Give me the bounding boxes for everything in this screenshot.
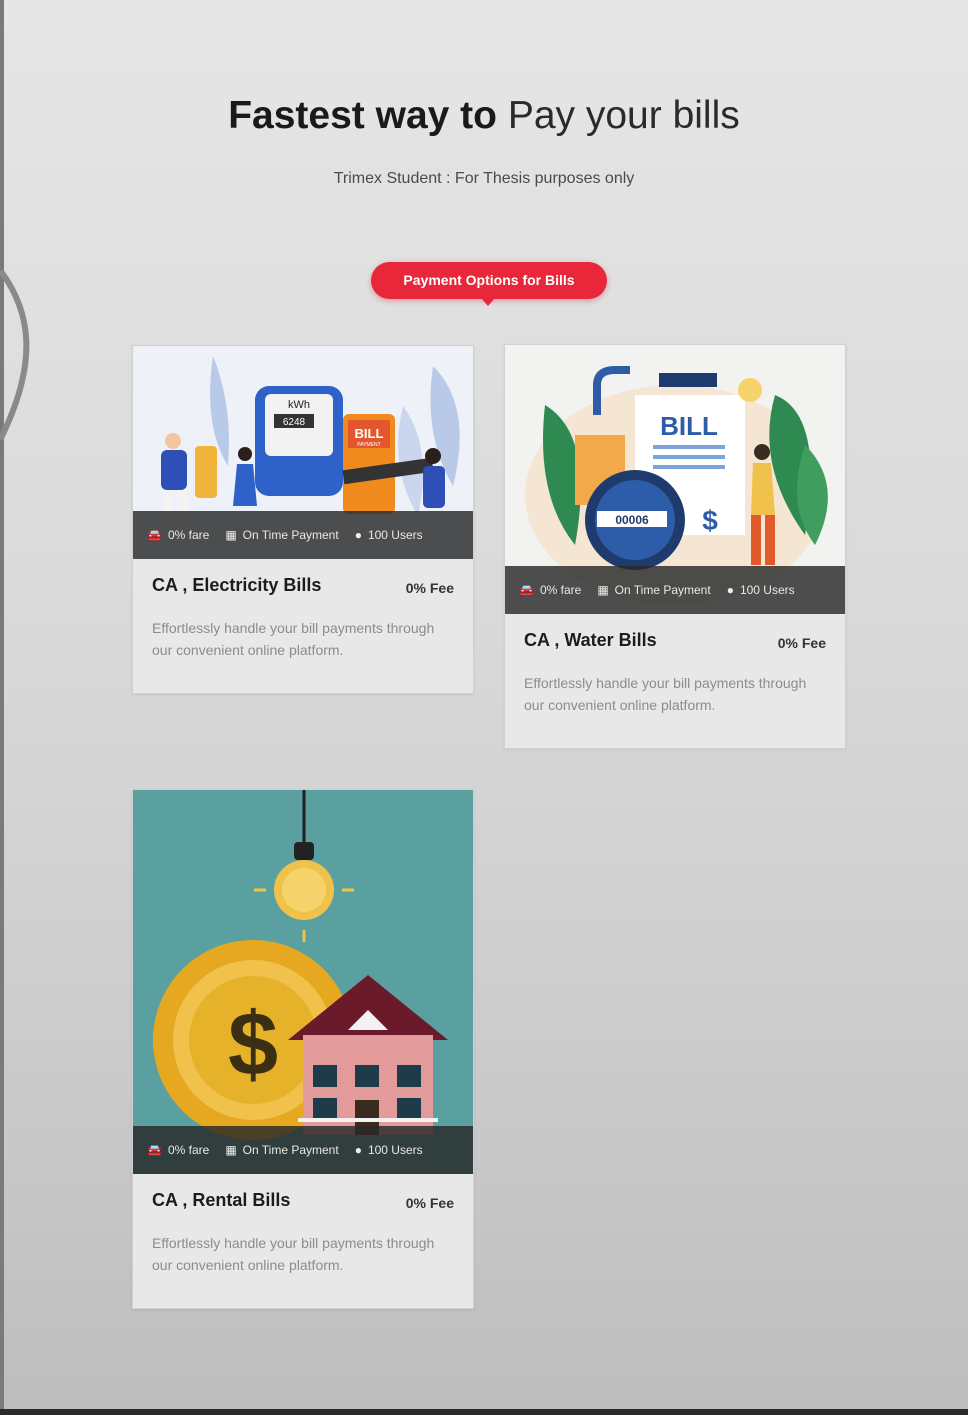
car-icon: 🚘	[147, 528, 162, 542]
card-description: Effortlessly handle your bill payments t…	[152, 1235, 435, 1273]
car-icon: 🚘	[147, 1143, 162, 1157]
heading-light: Pay your bills	[507, 94, 740, 137]
fee-label: 0% Fee	[405, 1195, 454, 1211]
card-water-body: CA , Water Bills 0% Fee Effortlessly han…	[505, 614, 845, 716]
user-icon: ●	[354, 528, 362, 542]
meta-users-label: 100 Users	[367, 528, 423, 542]
meta-payment: ▦ On Time Payment	[225, 528, 338, 542]
card-electricity-image: kWh 6248 BILL PAYMENT 🚘 0% fare ▦ On Time …	[133, 346, 473, 559]
meta-fare-label: 0% fare	[167, 1143, 210, 1157]
meta-users-label: 100 Users	[367, 1143, 423, 1157]
rental-illustration: $	[133, 790, 473, 1174]
left-edge-strip	[0, 0, 4, 1415]
section-badge: Payment Options for Bills	[371, 262, 607, 306]
page-subtitle: Trimex Student : For Thesis purposes onl…	[333, 170, 635, 187]
heading-bold: Fastest way to	[228, 94, 497, 137]
meta-fare: 🚘 0% fare	[147, 528, 209, 542]
card-rental-meta: 🚘 0% fare ▦ On Time Payment ● 100 Users	[133, 1126, 473, 1174]
bill-badge-sub: PAYMENT	[357, 442, 380, 448]
card-electricity-body: CA , Electricity Bills 0% Fee Effortless…	[133, 559, 473, 661]
meta-fare-label: 0% fare	[167, 528, 210, 542]
calendar-icon: ▦	[225, 528, 237, 542]
calendar-icon: ▦	[225, 1143, 237, 1157]
meter-unit-label: kWh	[288, 399, 310, 411]
card-electricity-meta: 🚘 0% fare ▦ On Time Payment ● 100 Users	[133, 511, 473, 559]
card-description: Effortlessly handle your bill payments t…	[524, 675, 807, 713]
card-electricity[interactable]: kWh 6248 BILL PAYMENT 🚘 0% fare ▦ On Time …	[132, 345, 474, 694]
page-heading: Fastest way to Pay your bills	[0, 92, 968, 140]
card-rental[interactable]: $ 🚘 0% fare ▦ On Time Payment ● 100 Users C…	[132, 789, 474, 1309]
meta-payment: ▦ On Time Payment	[225, 1143, 338, 1157]
user-icon: ●	[726, 583, 734, 597]
fee-label: 0% Fee	[405, 580, 454, 596]
fee-label: 0% Fee	[777, 635, 826, 651]
meta-payment-label: On Time Payment	[242, 528, 339, 542]
meta-fare: 🚘 0% fare	[147, 1143, 209, 1157]
meta-users: ● 100 Users	[355, 1143, 423, 1157]
water-meter-reading: 00006	[615, 513, 649, 527]
meta-payment: ▦ On Time Payment	[597, 583, 710, 597]
calendar-icon: ▦	[597, 583, 609, 597]
card-water-image: BILL 00006 $ 🚘 0% fare ▦ On Time Payment ●…	[505, 345, 845, 614]
card-water-meta: 🚘 0% fare ▦ On Time Payment ● 100 Users	[505, 566, 845, 614]
bottom-edge-strip	[0, 1409, 968, 1415]
bill-badge: BILL	[660, 411, 718, 441]
car-icon: 🚘	[519, 583, 534, 597]
bill-badge: BILL	[355, 426, 384, 441]
card-description: Effortlessly handle your bill payments t…	[152, 620, 435, 658]
currency-symbol: $	[702, 505, 718, 536]
meta-users-label: 100 Users	[739, 583, 795, 597]
decorative-swoosh	[0, 270, 30, 440]
meta-payment-label: On Time Payment	[614, 583, 711, 597]
meta-fare: 🚘 0% fare	[519, 583, 581, 597]
card-water[interactable]: BILL 00006 $ 🚘 0% fare ▦ On Time Payment ●…	[504, 344, 846, 749]
meter-reading: 6248	[283, 417, 306, 428]
meta-fare-label: 0% fare	[539, 583, 582, 597]
card-rental-image: $ 🚘 0% fare ▦ On Time Payment ● 100 Users	[133, 790, 473, 1174]
user-icon: ●	[354, 1143, 362, 1157]
meta-users: ● 100 Users	[727, 583, 795, 597]
coin-currency-symbol: $	[228, 995, 278, 1095]
meta-users: ● 100 Users	[355, 528, 423, 542]
meta-payment-label: On Time Payment	[242, 1143, 339, 1157]
card-rental-body: CA , Rental Bills 0% Fee Effortlessly ha…	[133, 1174, 473, 1276]
